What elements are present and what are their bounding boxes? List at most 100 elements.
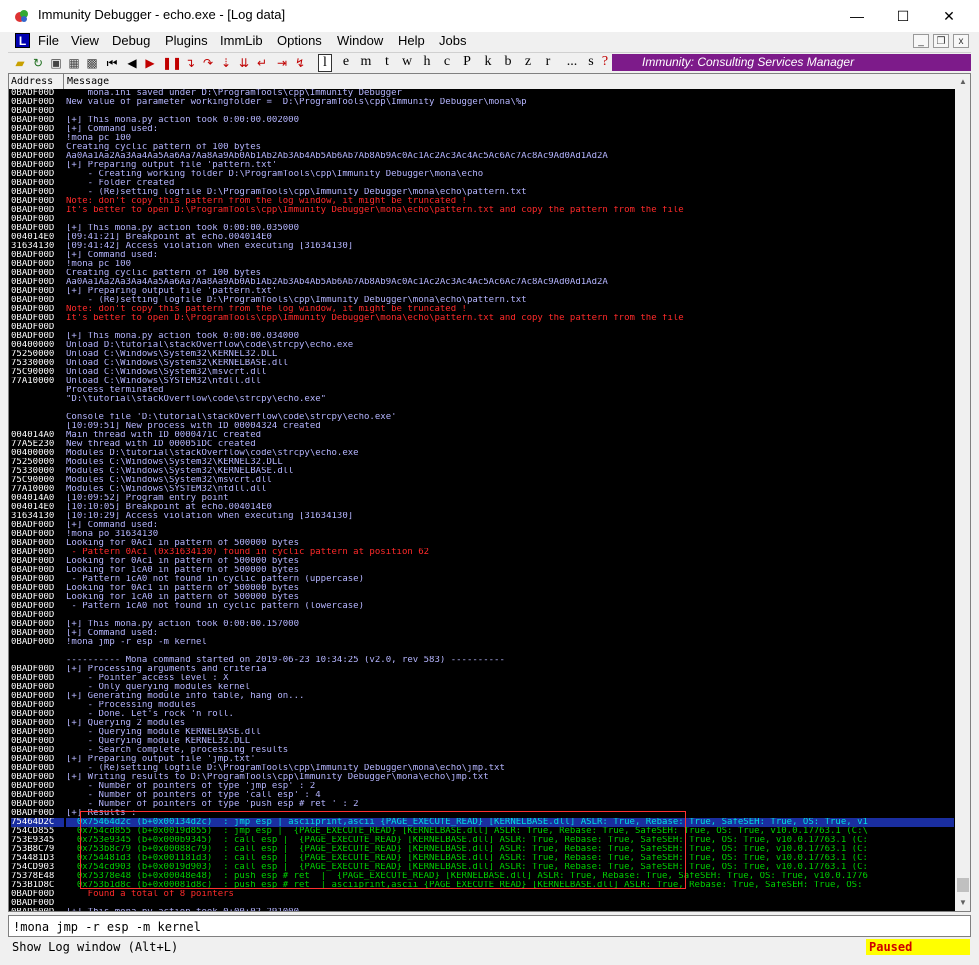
log-row[interactable]: 0BADF00D Found a total of 8 pointers (9, 890, 955, 899)
log-row[interactable]: 00400000 Unload D:\tutorial\stackOverflow… (9, 341, 955, 350)
log-row[interactable]: 0BADF00D - Only querying modules kernel (9, 683, 955, 692)
threads-button[interactable]: t (380, 54, 394, 70)
restart-icon[interactable]: ↻ (30, 55, 46, 71)
log-row[interactable]: 0BADF00D Aa0Aa1Aa2Aa3Aa4Aa5Aa6Aa7Aa8Aa9Ab… (9, 278, 955, 287)
log-row[interactable]: 77A10000 Unload C:\Windows\SYSTEM32\ntdll… (9, 377, 955, 386)
log-row[interactable]: 31634130 [09:41:42] Access violation when… (9, 242, 955, 251)
log-row[interactable]: 0BADF00D [+] Generating module info table… (9, 692, 955, 701)
log-row[interactable]: 004014A0 Main thread with ID 0000471C cre… (9, 431, 955, 440)
rewind-icon[interactable]: ⏮ (104, 55, 120, 71)
menu-plugins[interactable]: Plugins (165, 33, 208, 48)
log-row[interactable]: 75250000 Modules C:\Windows\System32\KERN… (9, 458, 955, 467)
log-row[interactable]: 0BADF00D[+] This mona.py action took 0:0… (9, 116, 955, 125)
log-row[interactable]: 0BADF00D[+] This mona.py action took 0:0… (9, 908, 955, 911)
run-icon[interactable]: ▶ (142, 55, 158, 71)
log-row[interactable]: 0BADF00D - Pattern 1cA0 not found in cyc… (9, 575, 955, 584)
log-row[interactable]: 75C90000 Modules C:\Windows\System32\msvc… (9, 476, 955, 485)
detach-icon[interactable]: ▩ (84, 55, 100, 71)
log-row[interactable]: 0BADF00D - Pattern 1cA0 not found in cyc… (9, 602, 955, 611)
log-row[interactable]: 753B1D8C 0x753b1d8c (b+0x00081d8c) : pus… (9, 881, 955, 890)
log-row[interactable]: 0BADF00D Note: don't copy this pattern fr… (9, 305, 955, 314)
log-row[interactable]: 0BADF00D - (Re)setting logfile D:\Progra… (9, 764, 955, 773)
windows-button[interactable]: w (400, 54, 414, 70)
log-row[interactable]: 0BADF00D It's better to open D:\ProgramTo… (9, 206, 955, 215)
close-file-icon[interactable]: ▣ (48, 55, 64, 71)
close-button[interactable]: ✕ (926, 0, 972, 32)
log-row[interactable]: 0BADF00D [+] Results : (9, 809, 955, 818)
log-row[interactable]: 754481D3 0x754481d3 (b+0x001181d3) : cal… (9, 854, 955, 863)
log-row[interactable]: 0BADF00D It's better to open D:\ProgramTo… (9, 314, 955, 323)
trace-over-icon[interactable]: ⇊ (236, 55, 252, 71)
log-row[interactable]: 31634130 [10:10:29] Access violation when… (9, 512, 955, 521)
log-row[interactable]: 0BADF00D (9, 611, 955, 620)
log-row[interactable]: 0BADF00D Looking for 0Ac1 in pattern of 5… (9, 584, 955, 593)
log-row[interactable]: 0BADF00D (9, 215, 955, 224)
log-row[interactable]: [10:09:51] New process with ID 00004324 … (9, 422, 955, 431)
animate-icon[interactable]: ↯ (292, 55, 308, 71)
patches-button[interactable]: P (460, 54, 474, 70)
pause-icon[interactable]: ❚❚ (162, 55, 182, 71)
log-row[interactable]: 004014A0 [10:09:52] Program entry point (9, 494, 955, 503)
run-trace-button[interactable]: ... (562, 54, 582, 70)
log-row[interactable]: 0BADF00D (9, 899, 955, 908)
menu-jobs[interactable]: Jobs (439, 33, 466, 48)
log-row[interactable]: 0BADF00D [+] Preparing output file 'patte… (9, 161, 955, 170)
menu-view[interactable]: View (71, 33, 99, 48)
log-row[interactable]: Process terminated (9, 386, 955, 395)
mdi-close-button[interactable]: x (953, 34, 969, 48)
minimize-button[interactable]: — (834, 0, 880, 32)
log-row[interactable]: 0BADF00D !mona pc 100 (9, 134, 955, 143)
log-row[interactable]: 004014E0 [09:41:21] Breakpoint at echo.00… (9, 233, 955, 242)
log-row[interactable]: 75378E48 0x75378e48 (b+0x00048e48) : pus… (9, 872, 955, 881)
log-row[interactable]: 75464D2C 0x75464d2c (b+0x00134d2c) : jmp… (9, 818, 955, 827)
log-row[interactable]: 754CD855 0x754cd855 (b+0x0019d855) : jmp… (9, 827, 955, 836)
help-button[interactable]: ? (598, 54, 612, 70)
mdi-restore-button[interactable]: ❐ (933, 34, 949, 48)
log-row[interactable]: 0BADF00D Looking for 1cA0 in pattern of 5… (9, 566, 955, 575)
log-row[interactable]: 0BADF00D [+] Processing arguments and cri… (9, 665, 955, 674)
log-row[interactable]: 0BADF00D - Querying module KERNEL32.DLL (9, 737, 955, 746)
menu-help[interactable]: Help (398, 33, 425, 48)
log-row[interactable]: 0BADF00D - Querying module KERNELBASE.dl… (9, 728, 955, 737)
memory-map-button[interactable]: m (359, 54, 373, 70)
command-input[interactable] (13, 918, 953, 935)
log-row[interactable]: 004014E0 [10:10:05] Breakpoint at echo.00… (9, 503, 955, 512)
step-into-icon[interactable]: ↴ (182, 55, 198, 71)
log-row[interactable]: 0BADF00D [+] Preparing output file 'patte… (9, 287, 955, 296)
log-row[interactable]: Console file 'D:\tutorial\stackOverflow\… (9, 413, 955, 422)
log-row[interactable]: 0BADF00D [+] Preparing output file 'jmp.t… (9, 755, 955, 764)
log-row[interactable] (9, 647, 955, 656)
trace-into-icon[interactable]: ⇣ (218, 55, 234, 71)
log-row[interactable]: 753E9345 0x753e9345 (b+0x000b9345) : cal… (9, 836, 955, 845)
mdi-minimize-button[interactable]: _ (913, 34, 929, 48)
go-to-icon[interactable]: ⇥ (274, 55, 290, 71)
log-row[interactable]: 0BADF00D - Folder created (9, 179, 955, 188)
log-row[interactable]: 0BADF00D Note: don't copy this pattern fr… (9, 197, 955, 206)
log-row[interactable]: 0BADF00D[+] This mona.py action took 0:0… (9, 332, 955, 341)
menu-options[interactable]: Options (277, 33, 322, 48)
log-row[interactable]: 0BADF00D (9, 323, 955, 332)
log-row[interactable]: 0BADF00D - Search complete, processing r… (9, 746, 955, 755)
log-row[interactable]: 0BADF00D [+] Writing results to D:\Progra… (9, 773, 955, 782)
log-row[interactable]: 0BADF00D Looking for 1cA0 in pattern of 5… (9, 593, 955, 602)
log-row[interactable]: 0BADF00D Creating cyclic pattern of 100 b… (9, 143, 955, 152)
log-row[interactable]: 0BADF00D[+] This mona.py action took 0:0… (9, 620, 955, 629)
maximize-button[interactable]: ☐ (880, 0, 926, 32)
log-row[interactable]: 0BADF00D - Number of pointers of type 'c… (9, 791, 955, 800)
log-row[interactable]: 75C90000 Unload C:\Windows\System32\msvcr… (9, 368, 955, 377)
step-over-icon[interactable]: ↷ (200, 55, 216, 71)
log-row[interactable]: 0BADF00D !mona pc 100 (9, 260, 955, 269)
scroll-down-icon[interactable]: ▼ (955, 895, 970, 911)
log-row[interactable]: 0BADF00D - Number of pointers of type 'j… (9, 782, 955, 791)
column-address[interactable]: Address (9, 74, 64, 89)
log-row[interactable]: 0BADF00D - Pattern 0Ac1 (0x31634130) fou… (9, 548, 955, 557)
log-row[interactable]: 0BADF00D [+] Command used: (9, 251, 955, 260)
log-row[interactable] (9, 404, 955, 413)
log-row[interactable]: 75330000 Unload C:\Windows\System32\KERNE… (9, 359, 955, 368)
log-row[interactable]: 0BADF00D !mona jmp -r esp -m kernel (9, 638, 955, 647)
log-row[interactable]: 0BADF00D - (Re)setting logfile D:\Progra… (9, 188, 955, 197)
log-row[interactable]: 00400000 Modules D:\tutorial\stackOverflo… (9, 449, 955, 458)
log-row[interactable]: 0BADF00D mona.ini saved under D:\Program… (9, 89, 955, 98)
log-row[interactable]: "D:\tutorial\stackOverflow\code\strcpy\e… (9, 395, 955, 404)
log-row[interactable]: 0BADF00D - Processing modules (9, 701, 955, 710)
